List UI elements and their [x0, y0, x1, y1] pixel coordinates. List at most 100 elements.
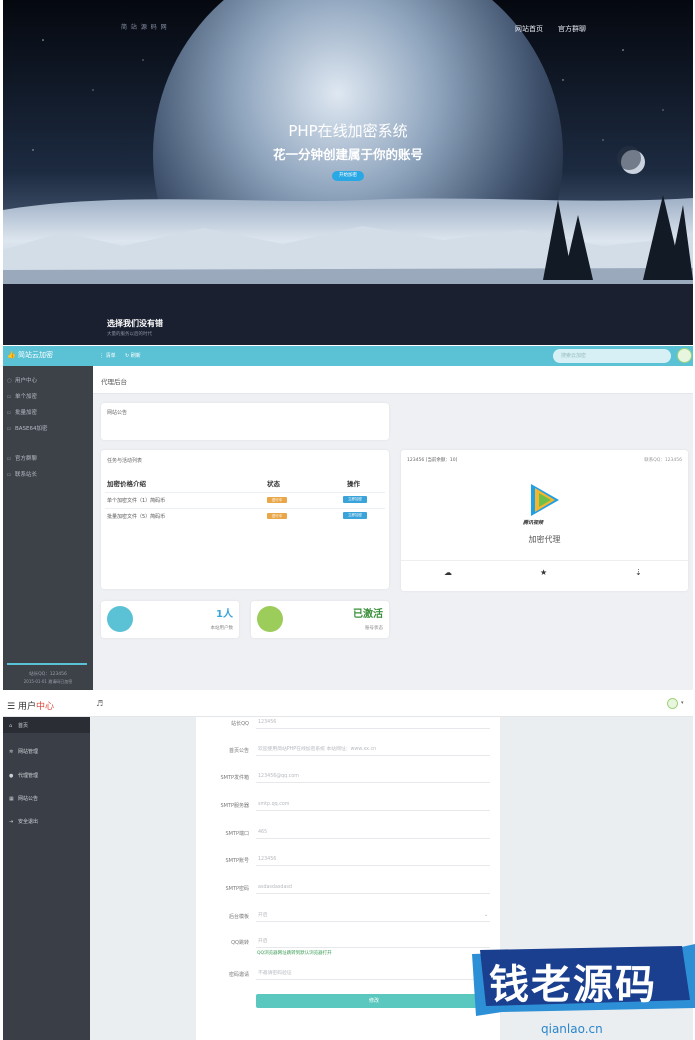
- thumbs-up-icon: 👍: [7, 351, 16, 359]
- field-label: SMTP发件箱: [220, 775, 249, 781]
- sidebar-item-label: 用户中心: [15, 378, 38, 384]
- smtp-sender-input[interactable]: 123456@qq.com: [256, 771, 490, 783]
- grid-icon: ▦: [9, 796, 14, 802]
- field-label: 密码邀请: [228, 972, 249, 978]
- encrypt-now-button[interactable]: 立即加密: [343, 512, 367, 519]
- account-status-card: 已激活 账号状态: [251, 601, 389, 638]
- sidebar-item-site-manage[interactable]: ✲ 网站管理: [9, 748, 38, 755]
- smtp-account-input[interactable]: 123456: [256, 854, 490, 866]
- star-icon[interactable]: ★: [540, 568, 547, 577]
- sidebar-footer-date: 2015-01-01 邀请码已加密: [23, 679, 73, 684]
- music-note-icon[interactable]: ♬: [96, 699, 103, 708]
- sidebar-item-logout[interactable]: ⇥ 安全退出: [9, 818, 38, 825]
- chevron-down-icon[interactable]: ▾: [681, 700, 684, 706]
- hero-bottom-subtitle: 大量的服务以后的时代: [107, 332, 152, 337]
- code-icon: ▫: [7, 426, 11, 432]
- sidebar-item-label: 官方群聊: [15, 456, 38, 462]
- files-icon: ▫: [7, 410, 11, 416]
- settings-form: 站长QQ 123456 首页公告 欢迎使用简站PHP在线加密系统 本站网址：ww…: [196, 717, 500, 1040]
- hero-logo[interactable]: 简 站 源 码 网: [121, 22, 168, 31]
- sidebar-item-contact[interactable]: ▫ 联系站长: [7, 470, 37, 478]
- profile-divider: [401, 560, 688, 561]
- sidebar-item-label: BASE64加密: [15, 426, 48, 432]
- refresh-icon: ↻: [125, 353, 130, 359]
- sidebar-item-home[interactable]: ⌂ 首页: [9, 722, 28, 729]
- profile-balance: 123456 [当前余额：10]: [407, 458, 458, 463]
- hero-banner: 简 站 源 码 网 网站首页 官方群聊 PHP在线加密系统 花一分钟创建属于你的…: [3, 0, 693, 345]
- agent-brand[interactable]: 👍 简站云加密: [7, 350, 53, 360]
- smtp-server-input[interactable]: smtp.qq.com: [256, 799, 490, 811]
- sidebar-item-official-group[interactable]: ▫ 官方群聊: [7, 454, 37, 462]
- agent-dashboard: 👍 简站云加密 ⋮ 清单 ↻ 刷新 搜索云加密 ○ 用户中心 ▫ 单个加密 ▫ 批量加…: [3, 346, 693, 690]
- watermark-url: qianlao.cn: [541, 1022, 603, 1036]
- sidebar-item-label: 网站管理: [18, 749, 39, 755]
- gear-icon: ✲: [9, 749, 14, 755]
- field-label: SMTP服务器: [220, 803, 249, 809]
- admin-qq-input[interactable]: 123456: [256, 717, 490, 729]
- chevron-down-icon[interactable]: ⌄: [484, 912, 488, 918]
- user-brand-prefix: 用户: [17, 702, 36, 712]
- account-status-value: 已激活: [353, 609, 383, 620]
- profile-contact-qq: 联系QQ：123456: [644, 458, 682, 463]
- user-brand[interactable]: ☰ 用户中心: [7, 699, 54, 712]
- home-notice-input[interactable]: 欢迎使用简站PHP在线加密系统 本站网址：www.xx.cn: [256, 744, 490, 756]
- account-status-label: 账号状态: [365, 626, 383, 631]
- submit-button[interactable]: 修改: [256, 994, 492, 1008]
- table-header-status: 状态: [267, 480, 280, 488]
- field-label: QQ跳转: [231, 940, 249, 946]
- status-badge: 进行中: [267, 497, 287, 503]
- watermark-text: 钱老源码: [489, 962, 657, 1008]
- smtp-password-input[interactable]: asdasdasdasd: [256, 882, 490, 894]
- status-badge: 进行中: [267, 513, 287, 519]
- table-row: 批量加密文件（5）简码币 进行中 立即加密: [105, 508, 385, 522]
- sidebar-item-label: 安全退出: [18, 819, 39, 825]
- user-icon: ●: [9, 773, 14, 779]
- file-icon: ▫: [7, 394, 11, 400]
- encrypt-now-button[interactable]: 立即加密: [343, 496, 367, 503]
- start-encrypt-button[interactable]: 开始加密: [332, 171, 364, 181]
- nav-group-link[interactable]: 官方群聊: [558, 24, 586, 34]
- hero-bottom-title: 选择我们没有错: [107, 319, 163, 328]
- sidebar-item-label: 首页: [18, 723, 29, 729]
- sidebar-item-label: 代理管理: [18, 773, 39, 779]
- sidebar-item-single-encrypt[interactable]: ▫ 单个加密: [7, 392, 37, 400]
- qq-jump-input[interactable]: 开启: [256, 936, 490, 948]
- menu-toggle-button[interactable]: ⋮ 清单: [99, 352, 116, 359]
- logout-icon: ⇥: [9, 819, 14, 825]
- user-sidebar: [3, 717, 90, 1040]
- avatar[interactable]: [667, 698, 678, 709]
- row-name: 单个加密文件（1）简码币: [107, 498, 166, 504]
- agent-page-header: 代理后台: [93, 366, 693, 394]
- page-title: 代理后台: [101, 378, 127, 386]
- qq-jump-hint: QQ浏览器网址跳转到默认浏览器打开: [257, 951, 332, 956]
- sidebar-item-base64[interactable]: ▫ BASE64加密: [7, 424, 48, 432]
- sidebar-item-user-center[interactable]: ○ 用户中心: [7, 376, 37, 384]
- sidebar-accent-bar: [7, 663, 87, 665]
- home-icon: ⌂: [9, 723, 13, 729]
- profile-card: 123456 [当前余额：10] 联系QQ：123456 腾讯视频 加密代理 ☁…: [401, 450, 688, 591]
- sidebar-item-label: 联系站长: [15, 472, 38, 478]
- smtp-port-input[interactable]: 465: [256, 827, 490, 839]
- tencent-video-logo-text: 腾讯视频: [523, 520, 544, 526]
- template-select[interactable]: 开启: [256, 910, 490, 922]
- field-label: 首页公告: [228, 748, 249, 754]
- profile-caption: 加密代理: [528, 535, 561, 544]
- hero-subtitle: 花一分钟创建属于你的账号: [272, 147, 423, 162]
- pin-icon[interactable]: ⇣: [635, 568, 642, 577]
- nav-home-link[interactable]: 网站首页: [515, 24, 543, 34]
- refresh-button[interactable]: ↻ 刷新: [125, 352, 141, 359]
- sidebar-item-announcement[interactable]: ▦ 网站公告: [9, 795, 38, 802]
- user-count-label: 本站用户数: [210, 626, 234, 631]
- users-icon: [107, 606, 133, 632]
- sidebar-item-agent-manage[interactable]: ● 代理管理: [9, 772, 38, 779]
- refresh-label: 刷新: [130, 353, 141, 359]
- sidebar-item-batch-encrypt[interactable]: ▫ 批量加密: [7, 408, 37, 416]
- password-invite-input[interactable]: 不邀请密码验证: [256, 968, 490, 980]
- group-icon: ▫: [7, 456, 11, 462]
- hamburger-icon[interactable]: ☰: [7, 702, 15, 712]
- cloud-icon[interactable]: ☁: [444, 568, 452, 577]
- avatar[interactable]: [677, 348, 692, 363]
- user-count-value: 1人: [216, 609, 233, 620]
- search-input[interactable]: 搜索云加密: [553, 349, 671, 363]
- agent-topbar: 👍 简站云加密 ⋮ 清单 ↻ 刷新 搜索云加密: [3, 346, 693, 366]
